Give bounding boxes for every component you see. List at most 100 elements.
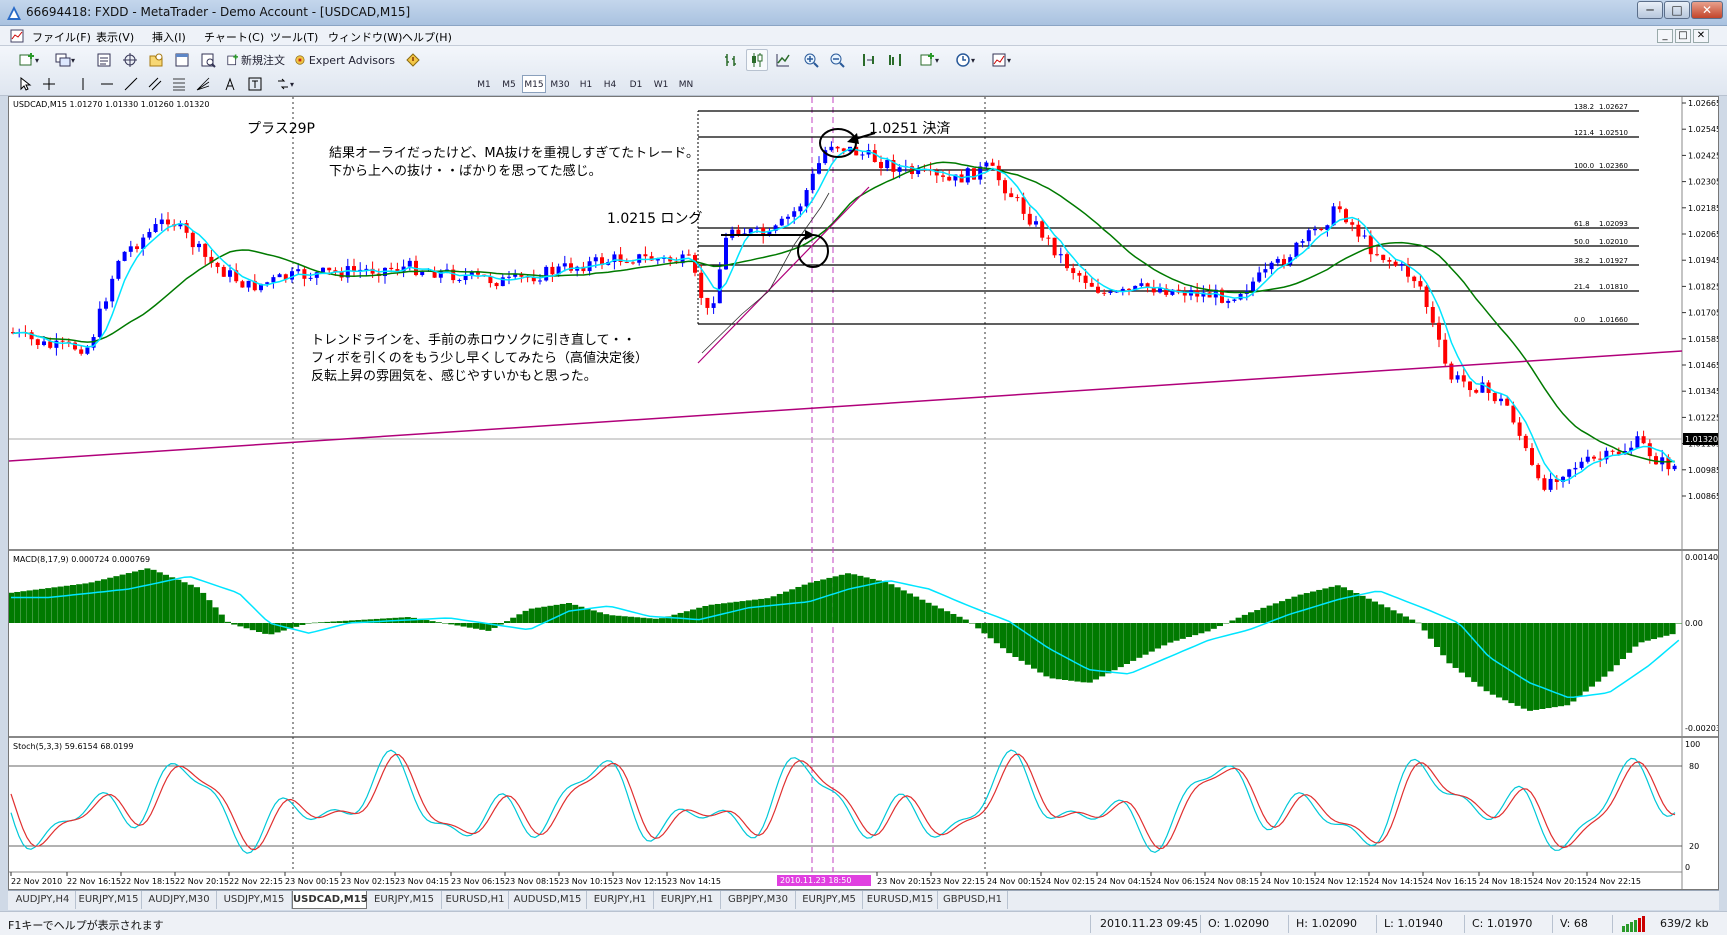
fibonacci-fan-icon (196, 77, 210, 91)
mdi-restore-button[interactable]: □ (1675, 29, 1691, 43)
candle-body (804, 190, 809, 207)
short-trendline[interactable] (697, 186, 870, 364)
chart-tab[interactable]: EURJPY,M15 (367, 891, 442, 909)
trendline-tool[interactable] (120, 73, 142, 95)
timeframe-d1[interactable]: D1 (624, 75, 648, 93)
chart-tab[interactable]: EURJPY,M5 (796, 891, 863, 909)
auto-scroll-button[interactable] (858, 49, 880, 71)
macd-bar (1043, 623, 1050, 677)
chart-tab[interactable]: EURJPY,H1 (654, 891, 721, 909)
warning-button[interactable] (402, 49, 424, 71)
data-window-button[interactable] (118, 49, 142, 71)
vertical-line-tool[interactable] (72, 73, 94, 95)
candlestick-button[interactable] (746, 49, 768, 71)
close-button[interactable]: ✕ (1691, 1, 1723, 19)
new-chart-button[interactable]: ▾ (14, 49, 44, 71)
candle-body (1344, 209, 1348, 223)
timeframe-m1[interactable]: M1 (472, 75, 496, 93)
menu-view[interactable]: 表示(V) (96, 29, 134, 45)
chart-tab[interactable]: GBPUSD,H1 (938, 891, 1008, 909)
macd-bar (1055, 623, 1062, 680)
fibonacci-fan-tool[interactable] (192, 73, 214, 95)
timeframe-h1[interactable]: H1 (574, 75, 598, 93)
macd-bar (26, 590, 33, 623)
crosshair-tool[interactable] (38, 73, 60, 95)
templates-button[interactable]: ▾ (986, 49, 1016, 71)
chart-tab[interactable]: EURUSD,H1 (442, 891, 509, 909)
timeframe-m5[interactable]: M5 (497, 75, 521, 93)
price-chart[interactable]: 138.2 1.02627 121.4 1.02510 100.0 1.02360 61.8… (9, 97, 1718, 889)
candle-body (705, 297, 710, 308)
arrows-tool[interactable]: ▾ (270, 73, 300, 95)
comment-line-2: 下から上への抜け・・ばかりを思ってた感じ。 (329, 163, 602, 179)
candle-body (1455, 375, 1460, 380)
fibonacci-retracement[interactable]: 138.2 1.02627 121.4 1.02510 100.0 1.02360 61.8… (697, 103, 1639, 325)
candle-body (97, 308, 102, 338)
menu-insert[interactable]: 挿入(I) (152, 29, 186, 45)
maximize-button[interactable]: □ (1664, 1, 1690, 19)
chart-tab[interactable]: USDJPY,M15 (217, 891, 292, 909)
chart-tab[interactable]: EURJPY,H1 (587, 891, 654, 909)
periods-button[interactable]: ▾ (950, 49, 980, 71)
expert-advisors-button[interactable]: Expert Advisors (294, 49, 396, 71)
menu-help[interactable]: ヘルプ(H) (402, 29, 452, 45)
stoch-main-line (10, 749, 1676, 854)
fibonacci-tool[interactable] (168, 73, 190, 95)
timeframe-w1[interactable]: W1 (649, 75, 673, 93)
candle-body (972, 168, 976, 180)
profiles-button[interactable]: ▾ (50, 49, 80, 71)
macd-bar (1409, 619, 1416, 623)
timeframe-m15[interactable]: M15 (522, 75, 546, 93)
chart-tab[interactable]: AUDJPY,H4 (10, 891, 76, 909)
chart-shift-button[interactable] (884, 49, 906, 71)
channel-tool[interactable] (144, 73, 166, 95)
zoom-in-button[interactable] (800, 49, 822, 71)
chart-tab[interactable]: EURUSD,M15 (863, 891, 938, 909)
chart-tab[interactable]: AUDUSD,M15 (509, 891, 587, 909)
mdi-close-button[interactable]: ✕ (1693, 29, 1709, 43)
candle-body (1424, 286, 1429, 307)
timeframe-mn[interactable]: MN (674, 75, 698, 93)
status-traffic: 639/2 kb (1660, 917, 1709, 930)
navigator-button[interactable] (144, 49, 168, 71)
chart-shift-icon (889, 54, 901, 66)
menu-file[interactable]: ファイル(F) (32, 29, 91, 45)
terminal-button[interactable] (170, 49, 194, 71)
timeframe-m30[interactable]: M30 (548, 75, 572, 93)
macd-bar (1204, 623, 1211, 632)
chart-tab[interactable]: AUDJPY,M30 (142, 891, 217, 909)
macd-bar (497, 623, 504, 625)
horizontal-line-tool[interactable] (96, 73, 118, 95)
long-trendline[interactable] (9, 350, 1683, 462)
text-tool[interactable] (220, 73, 240, 95)
mdi-minimize-button[interactable]: _ (1657, 29, 1673, 43)
macd-bar (646, 618, 653, 623)
chart-window[interactable]: 138.2 1.02627 121.4 1.02510 100.0 1.02360 61.8… (8, 96, 1719, 890)
chart-tab[interactable]: GBPJPY,M30 (721, 891, 796, 909)
cursor-tool[interactable] (14, 73, 36, 95)
macd-bar (423, 620, 430, 623)
timeframe-h4[interactable]: H4 (598, 75, 622, 93)
price-tick-label: 1.01945 (1688, 256, 1718, 265)
macd-bar (1384, 607, 1391, 623)
candle-body (1251, 281, 1255, 291)
strategy-tester-button[interactable] (196, 49, 220, 71)
new-order-button[interactable]: 新規注文 (226, 49, 286, 71)
price-tick-label: 1.02665 (1688, 99, 1718, 108)
menu-window[interactable]: ウィンドウ(W) (328, 29, 402, 45)
candle-body (1089, 282, 1094, 287)
text-label-tool[interactable] (244, 73, 266, 95)
zoom-out-button[interactable] (826, 49, 848, 71)
line-chart-button[interactable] (772, 49, 794, 71)
chart-tab[interactable]: EURJPY,M15 (76, 891, 142, 909)
market-watch-button[interactable] (92, 49, 116, 71)
fib-level-label: 21.4 (1574, 283, 1590, 291)
menu-tools[interactable]: ツール(T) (270, 29, 318, 45)
candle-body (1418, 281, 1423, 287)
chart-tab[interactable]: USDCAD,M15 (292, 891, 368, 909)
exit-circle (819, 128, 857, 158)
indicators-button[interactable]: ▾ (914, 49, 944, 71)
menu-chart[interactable]: チャート(C) (204, 29, 264, 45)
minimize-button[interactable]: ─ (1637, 1, 1663, 19)
bar-chart-button[interactable] (720, 49, 742, 71)
